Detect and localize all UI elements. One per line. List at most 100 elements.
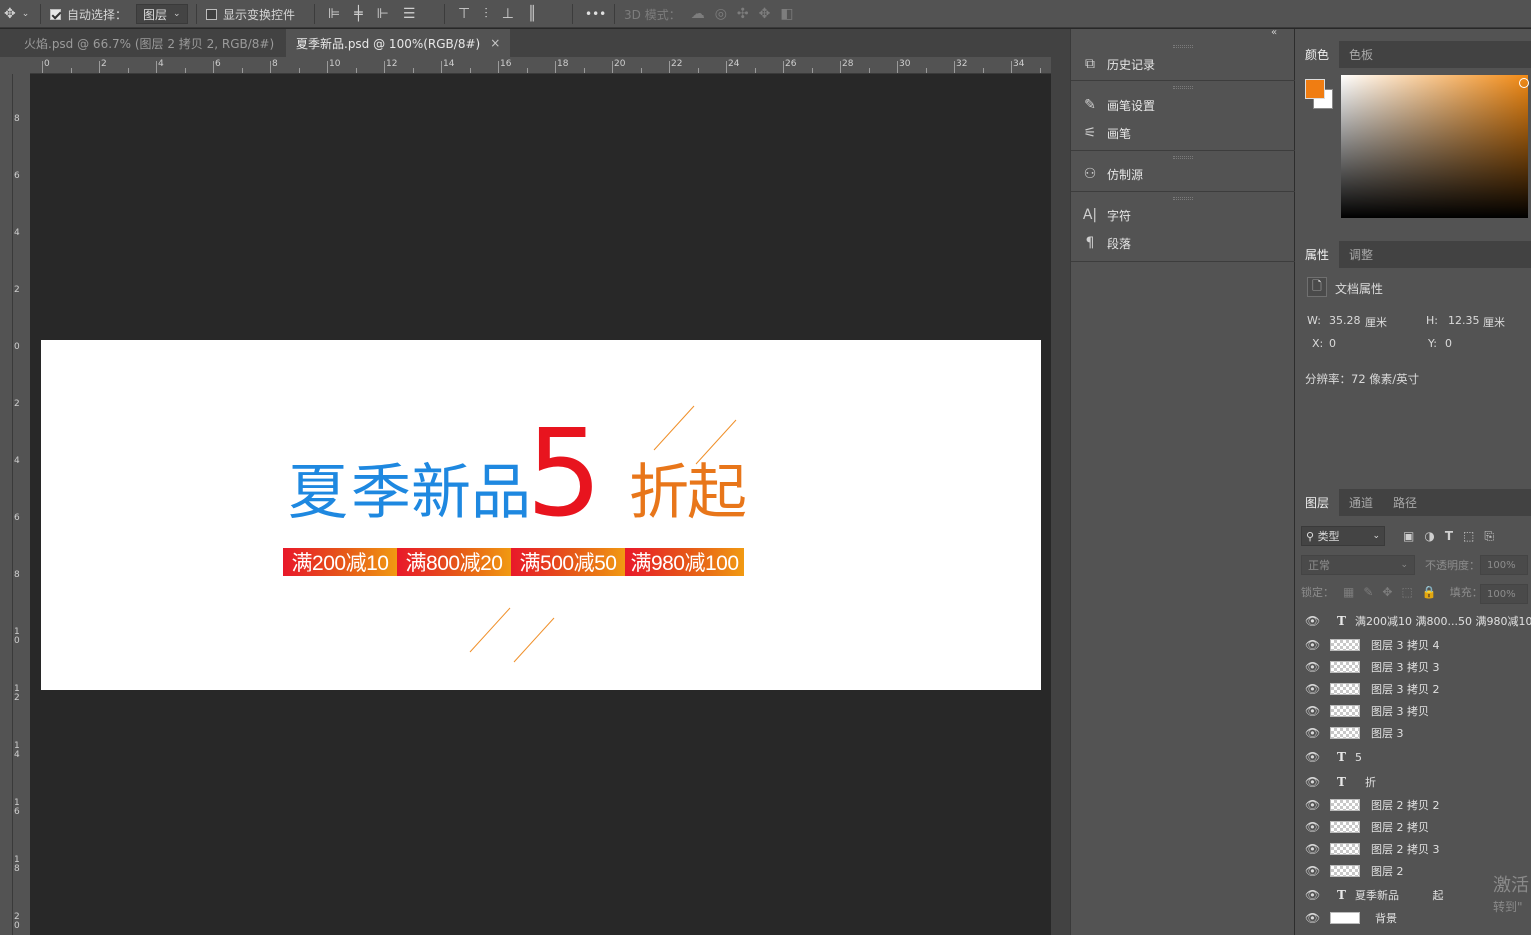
align-bottom-icon[interactable]: ⊥ [502,6,514,22]
align-top-icon[interactable]: ⊤ [458,6,470,22]
fill-input[interactable]: 100% [1480,584,1528,604]
opacity-label: 不透明度： [1425,559,1480,572]
tab-adjustments[interactable]: 调整 [1339,241,1383,268]
visibility-eye-icon[interactable]: 👁 [1305,704,1320,718]
layer-row[interactable]: 👁 图层 3 拷贝 [1295,700,1531,722]
ruler-tick [897,61,898,73]
align-vcenter-icon[interactable]: ⫶ [484,6,488,22]
tab-color[interactable]: 颜色 [1295,41,1340,68]
layer-row[interactable]: 👁 图层 3 拷贝 4 [1295,634,1531,656]
smart-object-filter-icon[interactable]: ⎘ [1484,529,1494,544]
layer-row[interactable]: 👁 图层 3 拷贝 3 [1295,656,1531,678]
camera-3d-icon[interactable]: ◧ [780,6,793,22]
lock-artboard-icon[interactable]: ⬚ [1401,585,1412,599]
tab-swatches[interactable]: 色板 [1339,41,1383,68]
visibility-eye-icon[interactable]: 👁 [1305,638,1320,652]
tab-paths[interactable]: 路径 [1383,489,1427,516]
show-transform-check-icon[interactable] [206,8,217,20]
ruler-label: 30 [899,59,911,69]
visibility-eye-icon[interactable]: 👁 [1305,864,1320,878]
tab-properties[interactable]: 属性 [1295,241,1340,268]
layer-row[interactable]: 👁 T 满200减10 满800...50 满980减100 [1295,610,1531,632]
shape-filter-icon[interactable]: ⬚ [1463,529,1474,543]
blend-mode-dropdown[interactable]: 正常 ⌄ [1301,555,1415,575]
visibility-eye-icon[interactable]: 👁 [1305,820,1320,834]
visibility-eye-icon[interactable]: 👁 [1305,726,1320,740]
layer-row[interactable]: 👁 图层 3 拷贝 2 [1295,678,1531,700]
canvas-scrollbar[interactable] [1051,57,1070,935]
lock-image-icon[interactable]: ✎ [1363,585,1373,599]
search-icon: ⚲ [1306,530,1315,543]
auto-select-checkbox[interactable]: 自动选择： [50,0,127,28]
slide-3d-icon[interactable]: ✥ [759,6,771,22]
distribute-icon[interactable]: ☰ [403,6,416,22]
y-value[interactable]: 0 [1445,337,1452,350]
layer-row[interactable]: 👁 T 折 [1295,771,1531,793]
ruler-label: 4 [14,228,20,238]
paragraph-panel-button[interactable]: ¶ 段落 [1081,231,1131,255]
layer-row[interactable]: 👁 图层 2 拷贝 2 [1295,794,1531,816]
move-tool-icon[interactable]: ✥ ⌄ [4,0,29,28]
clone-source-panel-button[interactable]: ⚇ 仿制源 [1081,162,1143,186]
lock-all-icon[interactable]: 🔒 [1422,585,1437,599]
show-transform-checkbox[interactable]: 显示变换控件 [206,0,295,28]
align-right-icon[interactable]: ⊩ [377,6,389,22]
auto-select-check-icon[interactable] [50,8,61,20]
visibility-eye-icon[interactable]: 👁 [1305,842,1320,856]
tab-fire-psd[interactable]: 火焰.psd @ 66.7% (图层 2 拷贝 2, RGB/8#) × [14,29,304,57]
layer-row[interactable]: 👁 图层 2 拷贝 3 [1295,838,1531,860]
ruler-label: 4 [158,59,164,69]
color-picker-field[interactable] [1341,75,1529,218]
lock-label: 锁定： [1301,586,1334,599]
color-picker-handle[interactable] [1519,78,1529,88]
close-icon[interactable]: × [490,36,500,50]
promo-tag: 满980减100 [625,548,744,576]
visibility-eye-icon[interactable]: 👁 [1305,888,1320,902]
brush-settings-panel-button[interactable]: ✎ 画笔设置 [1081,93,1155,117]
layer-row[interactable]: 👁 T 5 [1295,746,1531,768]
lock-position-icon[interactable]: ✥ [1382,585,1392,599]
visibility-eye-icon[interactable]: 👁 [1305,750,1320,764]
visibility-eye-icon[interactable]: 👁 [1305,660,1320,674]
layer-row[interactable]: 👁 图层 3 [1295,722,1531,744]
collapse-panels-icon[interactable]: « [1271,27,1277,38]
brush-panel-button[interactable]: ⚟ 画笔 [1081,121,1131,145]
align-left-icon[interactable]: ⊫ [328,6,340,22]
character-panel-button[interactable]: A| 字符 [1081,203,1131,227]
visibility-eye-icon[interactable]: 👁 [1305,775,1320,789]
ruler-tick [840,61,841,73]
ruler-tick [726,61,727,73]
text-layer-icon: T [1337,775,1346,789]
visibility-eye-icon[interactable]: 👁 [1305,798,1320,812]
foreground-color-swatch[interactable] [1305,79,1325,99]
pixel-filter-icon[interactable]: ▣ [1403,529,1414,543]
orbit-3d-icon[interactable]: ☁ [691,6,705,22]
text-layer-icon: T [1337,750,1346,764]
x-value[interactable]: 0 [1329,337,1336,350]
tab-summer-psd[interactable]: 夏季新品.psd @ 100%(RGB/8#) × [286,29,511,57]
more-options-button[interactable]: ••• [585,0,606,28]
document-canvas[interactable]: 夏 季 新 品 5 折 起 满200减10 满800减20 满500减50 满9… [41,340,1041,690]
history-panel-button[interactable]: ⧉ 历史记录 [1081,52,1155,76]
align-hcenter-icon[interactable]: ╪ [354,6,362,22]
type-filter-icon[interactable]: T [1445,529,1453,543]
height-value[interactable]: 12.35 [1448,314,1480,327]
opacity-input[interactable]: 100% [1480,555,1528,575]
layer-filter-dropdown[interactable]: ⚲ 类型 ⌄ [1301,526,1385,546]
history-label: 历史记录 [1107,57,1156,72]
roll-3d-icon[interactable]: ◎ [715,6,727,22]
width-value[interactable]: 35.28 [1329,314,1361,327]
visibility-eye-icon[interactable]: 👁 [1305,911,1320,925]
distribute-vertical-icon[interactable]: ║ [528,6,536,22]
visibility-eye-icon[interactable]: 👁 [1305,682,1320,696]
adjustment-filter-icon[interactable]: ◑ [1424,529,1434,543]
pan-3d-icon[interactable]: ✣ [737,6,749,22]
chevron-down-icon: ⌄ [1400,560,1408,570]
auto-select-target-dropdown[interactable]: 图层 ⌄ [136,4,188,24]
tab-layers[interactable]: 图层 [1295,489,1340,516]
layer-row[interactable]: 👁 图层 2 拷贝 [1295,816,1531,838]
lock-transparent-icon[interactable]: ▦ [1343,585,1354,599]
visibility-eye-icon[interactable]: 👁 [1305,614,1320,628]
tab-channels[interactable]: 通道 [1339,489,1383,516]
ruler-tick [384,61,385,73]
